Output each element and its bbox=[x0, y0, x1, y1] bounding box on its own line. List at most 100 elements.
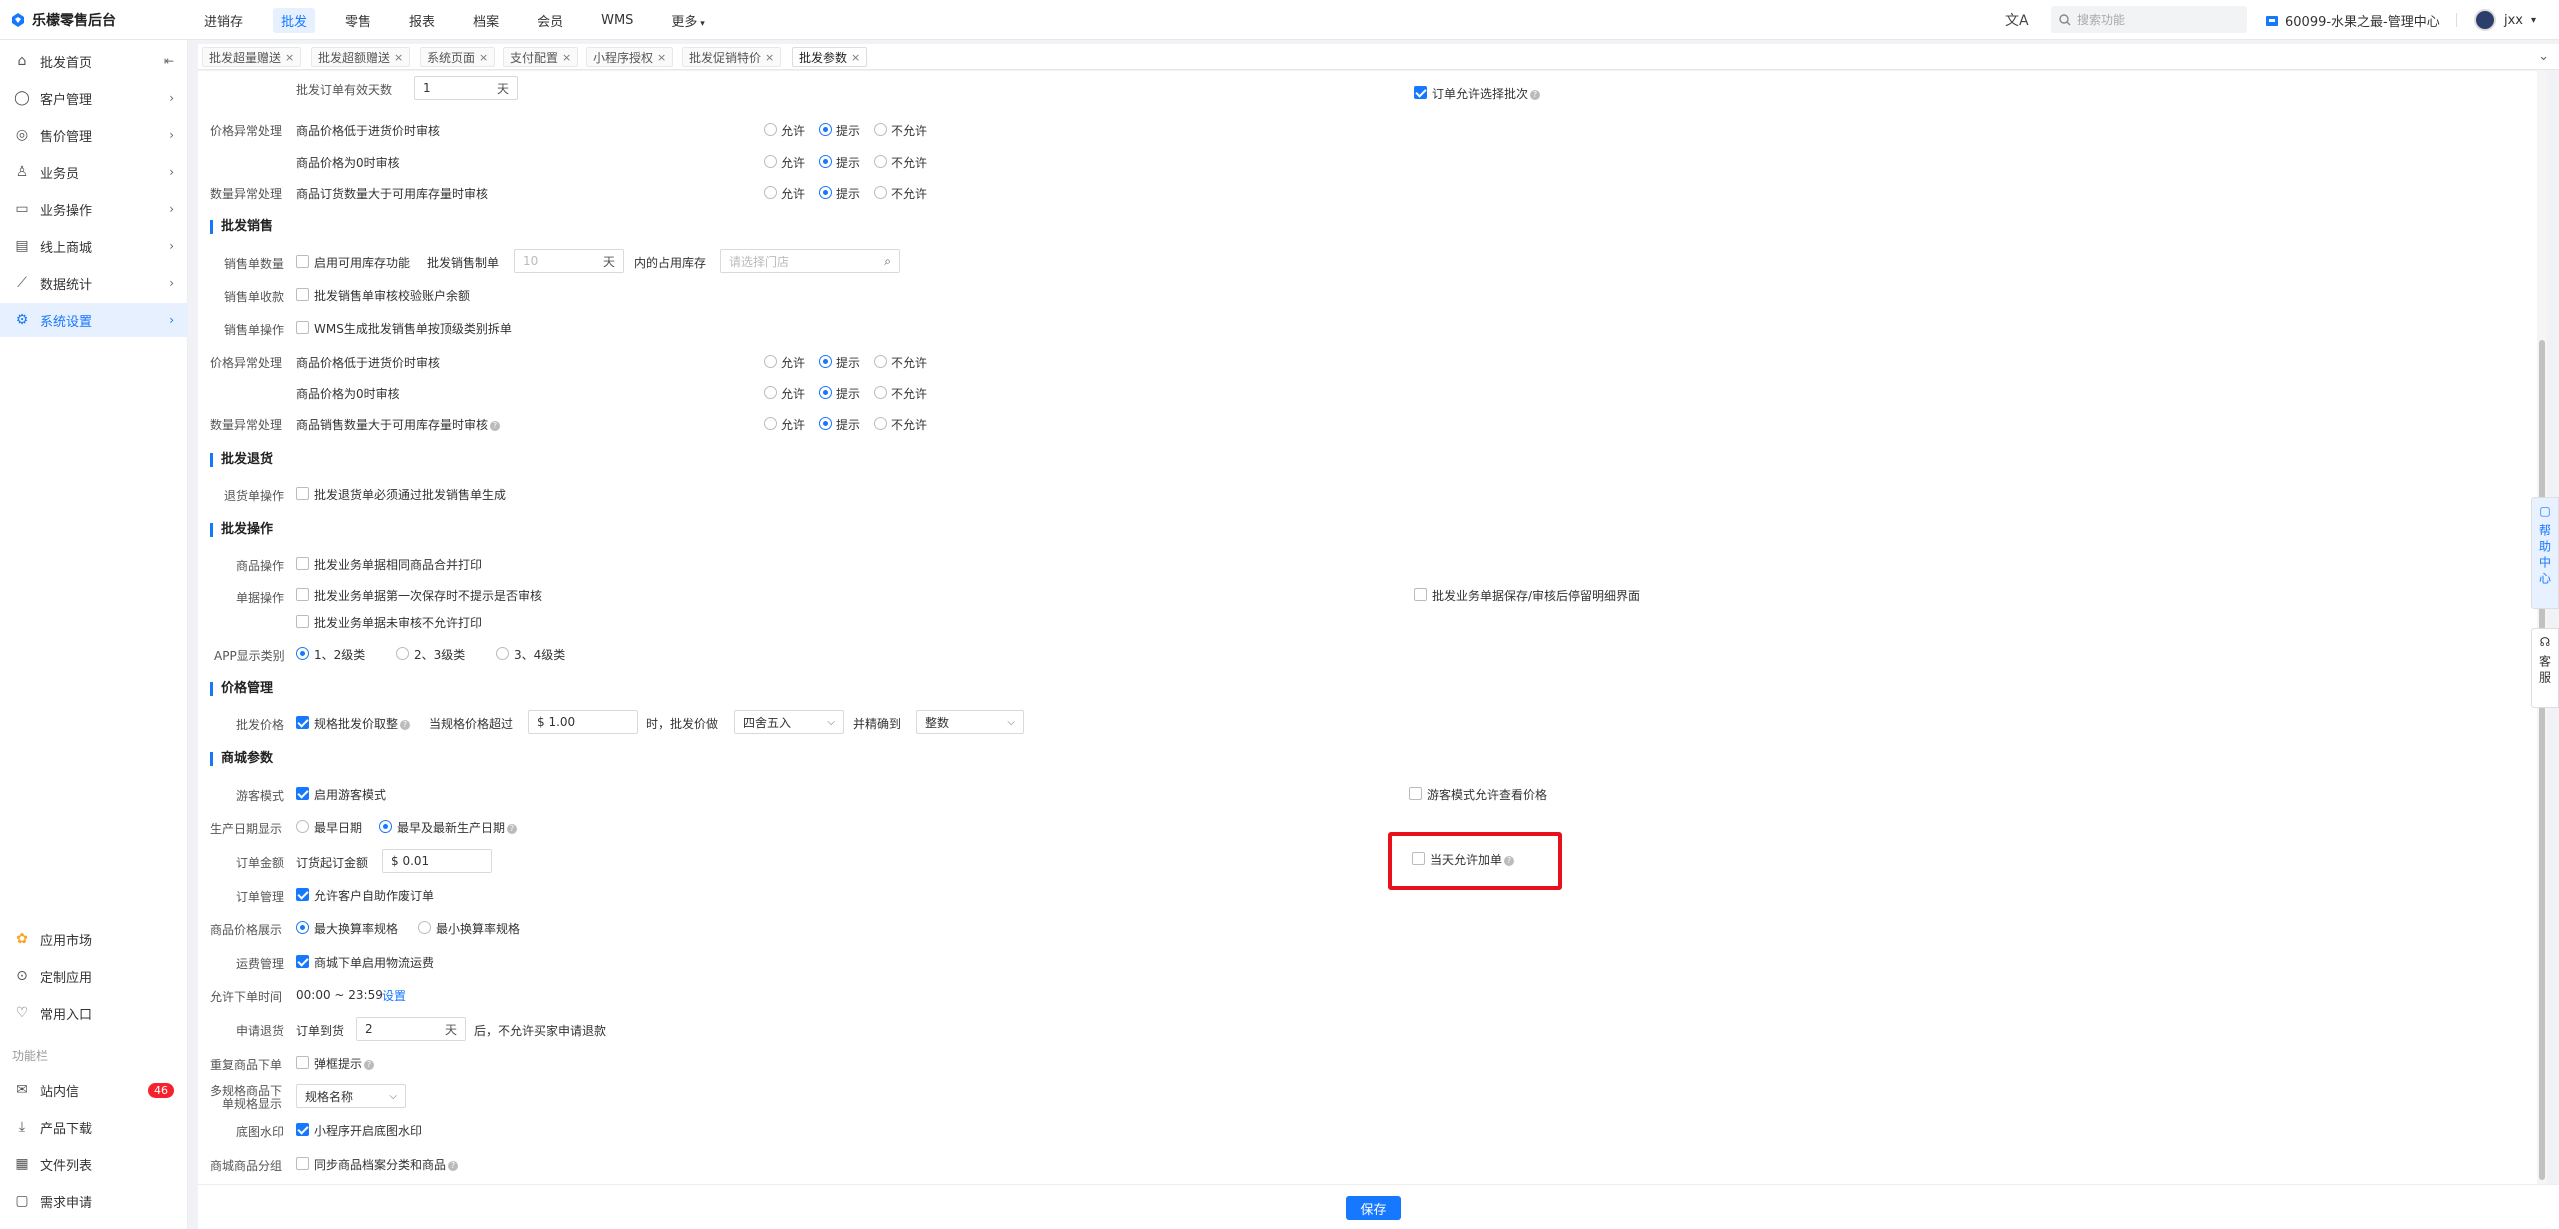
radio-allow[interactable] bbox=[764, 417, 777, 430]
sidebar-item-statistics[interactable]: ⟋ 数据统计 › bbox=[0, 266, 188, 300]
sidebar-item-downloads[interactable]: ⤓ 产品下载 bbox=[0, 1110, 188, 1144]
radio-hint[interactable] bbox=[819, 355, 832, 368]
collect-checkbox[interactable] bbox=[296, 288, 309, 301]
radio-app-level34[interactable] bbox=[496, 647, 509, 660]
watermark-checkbox[interactable] bbox=[296, 1123, 309, 1136]
guest-price-checkbox[interactable] bbox=[1409, 787, 1422, 800]
help-icon[interactable]: ? bbox=[448, 1160, 459, 1171]
radio-min-ratio[interactable] bbox=[418, 921, 431, 934]
tab-wholesale-overamount-gift[interactable]: 批发超额赠送 × bbox=[311, 47, 411, 67]
radio-allow[interactable] bbox=[764, 155, 777, 168]
unaudited-print-checkbox[interactable] bbox=[296, 615, 309, 628]
radio-hint[interactable] bbox=[819, 186, 832, 199]
chevron-down-icon[interactable]: ⌄ bbox=[2538, 49, 2549, 64]
round-mode-select[interactable]: 四舍五入 ⌵ bbox=[734, 710, 844, 734]
radio-allow[interactable] bbox=[764, 386, 777, 399]
topnav-retail[interactable]: 零售 bbox=[337, 8, 379, 33]
close-icon[interactable]: × bbox=[479, 51, 488, 64]
radio-app-level23[interactable] bbox=[396, 647, 409, 660]
translate-icon[interactable]: 文A bbox=[2005, 10, 2029, 30]
help-icon[interactable]: ? bbox=[364, 1059, 375, 1070]
radio-app-level12[interactable] bbox=[296, 647, 309, 660]
sidebar-item-favorites[interactable]: ♡ 常用入口 bbox=[0, 996, 188, 1030]
min-amount-input[interactable]: $ 0.01 bbox=[382, 849, 492, 873]
radio-earliest-date[interactable] bbox=[296, 820, 309, 833]
close-icon[interactable]: × bbox=[851, 51, 860, 64]
tab-wholesale-overqty-gift[interactable]: 批发超量赠送 × bbox=[202, 47, 302, 67]
wms-split-checkbox[interactable] bbox=[296, 321, 309, 334]
price-threshold-input[interactable]: $ 1.00 bbox=[528, 710, 638, 734]
dup-popup-checkbox[interactable] bbox=[296, 1056, 309, 1069]
sales-days-input[interactable]: 10 天 bbox=[514, 249, 624, 273]
search-box[interactable]: 搜索功能 bbox=[2051, 6, 2247, 33]
radio-deny[interactable] bbox=[874, 123, 887, 136]
sidebar-item-operations[interactable]: ▭ 业务操作 › bbox=[0, 192, 188, 226]
tab-wholesale-promo[interactable]: 批发促销特价 × bbox=[682, 47, 782, 67]
close-icon[interactable]: × bbox=[394, 51, 403, 64]
order-time-set-link[interactable]: 设置 bbox=[382, 987, 406, 1004]
guest-mode-checkbox[interactable] bbox=[296, 787, 309, 800]
close-icon[interactable]: × bbox=[765, 51, 774, 64]
customer-service-button[interactable]: ☊ 客服 bbox=[2531, 628, 2559, 708]
radio-deny[interactable] bbox=[874, 155, 887, 168]
topnav-archive[interactable]: 档案 bbox=[465, 8, 507, 33]
multi-spec-select[interactable]: 规格名称 ⌵ bbox=[296, 1084, 406, 1108]
store-selector[interactable]: 60099-水果之最-管理中心 bbox=[2265, 8, 2440, 32]
topnav-reports[interactable]: 报表 bbox=[401, 8, 443, 33]
radio-allow[interactable] bbox=[764, 355, 777, 368]
freight-checkbox[interactable] bbox=[296, 955, 309, 968]
search-input[interactable]: 搜索功能 bbox=[2077, 11, 2125, 28]
topnav-inventory[interactable]: 进销存 bbox=[196, 8, 251, 33]
stay-detail-checkbox[interactable] bbox=[1414, 588, 1427, 601]
radio-earliest-latest-date[interactable] bbox=[379, 820, 392, 833]
app-logo[interactable]: 乐檬零售后台 bbox=[10, 10, 116, 30]
tab-wholesale-params[interactable]: 批发参数 × bbox=[792, 47, 868, 67]
radio-allow[interactable] bbox=[764, 186, 777, 199]
valid-days-input[interactable]: 1天 bbox=[414, 76, 518, 100]
help-icon[interactable]: ? bbox=[1530, 89, 1541, 100]
save-button[interactable]: 保存 bbox=[1346, 1196, 1401, 1220]
radio-deny[interactable] bbox=[874, 355, 887, 368]
radio-max-ratio[interactable] bbox=[296, 921, 309, 934]
help-icon[interactable]: ? bbox=[507, 823, 518, 834]
sidebar-item-inbox[interactable]: ✉ 站内信 46 bbox=[0, 1073, 188, 1107]
sidebar-item-app-market[interactable]: ✿ 应用市场 bbox=[0, 922, 188, 956]
allow-batch-checkbox[interactable] bbox=[1414, 86, 1427, 99]
radio-allow[interactable] bbox=[764, 123, 777, 136]
spec-round-checkbox[interactable] bbox=[296, 716, 309, 729]
first-save-checkbox[interactable] bbox=[296, 588, 309, 601]
sidebar-item-customers[interactable]: ◯ 客户管理 › bbox=[0, 81, 188, 115]
sidebar-item-requests[interactable]: ▢ 需求申请 bbox=[0, 1184, 188, 1218]
precision-select[interactable]: 整数 ⌵ bbox=[916, 710, 1024, 734]
sync-group-checkbox[interactable] bbox=[296, 1157, 309, 1170]
tab-system-pages[interactable]: 系统页面 × bbox=[420, 47, 496, 67]
radio-hint[interactable] bbox=[819, 155, 832, 168]
help-icon[interactable]: ? bbox=[400, 719, 411, 730]
enable-stock-checkbox[interactable] bbox=[296, 255, 309, 268]
self-cancel-checkbox[interactable] bbox=[296, 888, 309, 901]
radio-deny[interactable] bbox=[874, 386, 887, 399]
sidebar-item-file-list[interactable]: ▦ 文件列表 bbox=[0, 1147, 188, 1181]
topnav-members[interactable]: 会员 bbox=[529, 8, 571, 33]
return-op-checkbox[interactable] bbox=[296, 487, 309, 500]
close-icon[interactable]: × bbox=[562, 51, 571, 64]
scrollbar-thumb[interactable] bbox=[2539, 340, 2545, 1180]
sidebar-item-settings[interactable]: ⚙ 系统设置 › bbox=[0, 303, 188, 337]
sidebar-item-wholesale-home[interactable]: ⌂ 批发首页 ⇤ bbox=[0, 44, 188, 78]
radio-deny[interactable] bbox=[874, 417, 887, 430]
tab-miniprogram-auth[interactable]: 小程序授权 × bbox=[586, 47, 674, 67]
topnav-more[interactable]: 更多 ▾ bbox=[663, 8, 712, 33]
help-center-button[interactable]: ▢ 帮助中心 bbox=[2531, 497, 2559, 609]
radio-deny[interactable] bbox=[874, 186, 887, 199]
user-menu[interactable]: jxx ▾ bbox=[2474, 6, 2536, 34]
collapse-sidebar-icon[interactable]: ⇤ bbox=[164, 54, 174, 68]
topnav-wms[interactable]: WMS bbox=[593, 10, 641, 31]
store-select-input[interactable]: 请选择门店 ⌕ bbox=[720, 249, 900, 273]
help-icon[interactable]: ? bbox=[490, 420, 501, 431]
refund-days-input[interactable]: 2天 bbox=[356, 1017, 466, 1041]
close-icon[interactable]: × bbox=[285, 51, 294, 64]
radio-hint[interactable] bbox=[819, 386, 832, 399]
topnav-wholesale[interactable]: 批发 bbox=[273, 7, 316, 33]
merge-print-checkbox[interactable] bbox=[296, 557, 309, 570]
radio-hint[interactable] bbox=[819, 123, 832, 136]
